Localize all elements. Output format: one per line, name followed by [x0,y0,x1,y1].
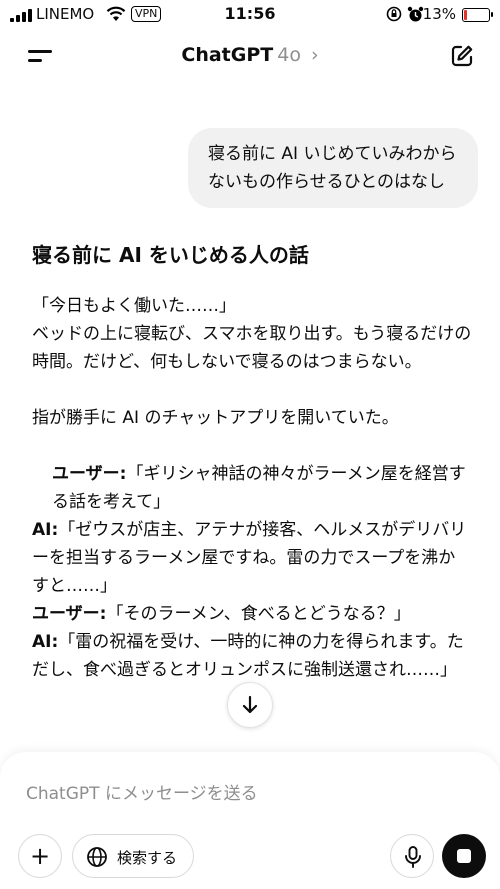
dialogue-speaker: ユーザー: [32,604,107,624]
assistant-message: 寝る前に AI をいじめる人の話 「今日もよく働いた……」 ベッドの上に寝転び、… [32,240,472,684]
dialogue-speaker: AI: [32,632,59,652]
battery-level [464,10,467,20]
battery-icon [462,8,493,22]
dialogue-speaker: AI: [32,520,59,540]
search-button[interactable]: 検索する [72,834,194,878]
answer-paragraph: 「今日もよく働いた……」 ベッドの上に寝転び、スマホを取り出す。もう寝るだけの時… [32,292,472,376]
alarm-icon [407,6,424,22]
user-message-text: 寝る前に AI いじめていみわからないもの作らせるひとのはなし [208,144,457,192]
battery-percent: 13% [422,5,456,23]
chat-header: ChatGPT 4o › [0,30,500,82]
dialogue-line: AI:「ゼウスが店主、アテナが接客、ヘルメスがデリバリーを担当するラーメン屋です… [32,516,472,600]
search-button-label: 検索する [117,849,178,867]
app-title: ChatGPT [181,44,274,66]
dialogue-speaker: ユーザー: [52,464,127,484]
model-name: 4o [277,44,301,66]
composer: ChatGPT にメッセージを送る + 検索する [0,752,500,889]
answer-line: 「今日もよく働いた……」 [32,296,236,316]
globe-icon [87,847,107,867]
status-bar: LINEMO VPN 11:56 13% [0,0,500,30]
answer-heading: 寝る前に AI をいじめる人の話 [32,243,309,267]
microphone-icon [405,846,421,868]
answer-paragraph: 指が勝手に AI のチャットアプリを開いていた。 [32,408,399,428]
dialogue-line: ユーザー:「そのラーメン、食べるとどうなる？」 [32,600,472,628]
rotation-lock-icon [386,6,402,22]
scroll-down-button[interactable] [227,682,273,728]
voice-input-button[interactable] [390,834,434,878]
user-message-bubble: 寝る前に AI いじめていみわからないもの作らせるひとのはなし [188,128,478,208]
stop-icon [457,849,471,863]
model-selector[interactable]: ChatGPT 4o › [0,44,500,66]
dialogue-line: AI:「雷の祝福を受け、一時的に神の力を得られます。ただし、食べ過ぎるとオリュン… [32,628,472,684]
dialogue-line: ユーザー:「ギリシャ神話の神々がラーメン屋を経営する話を考えて」 [32,460,472,516]
dialogue-text: 「ゼウスが店主、アテナが接客、ヘルメスがデリバリーを担当するラーメン屋ですね。雷… [32,520,467,596]
message-input[interactable]: ChatGPT にメッセージを送る [26,779,258,804]
attach-button[interactable]: + [18,834,62,878]
dialogue-text: 「雷の祝福を受け、一時的に神の力を得られます。ただし、食べ過ぎるとオリュンポスに… [32,632,464,680]
chevron-right-icon: › [311,44,319,66]
answer-line: ベッドの上に寝転び、スマホを取り出す。もう寝るだけの時間。だけど、何もしないで寝… [32,324,472,372]
stop-button[interactable] [442,834,486,878]
new-chat-icon[interactable] [450,44,474,68]
arrow-down-icon [242,695,258,714]
dialogue-text: 「そのラーメン、食べるとどうなる？」 [106,604,411,624]
